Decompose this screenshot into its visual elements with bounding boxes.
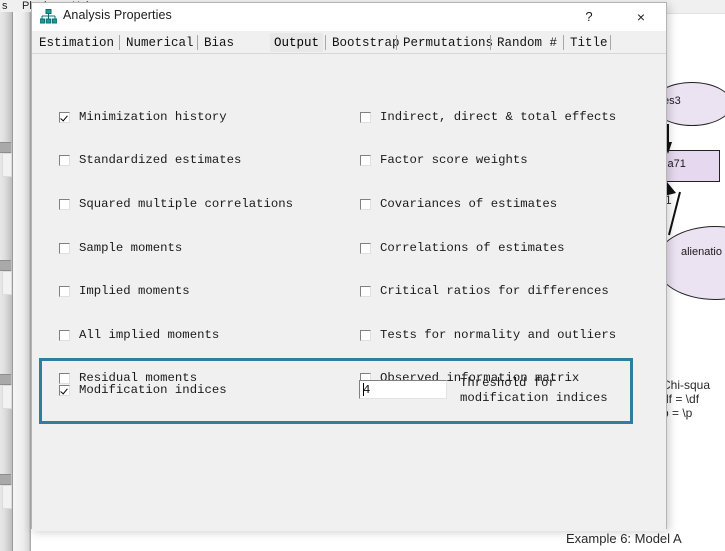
screen: es3 nia71 alienatio 1 Chi-squa df = \df … [0,0,725,551]
checkbox-critical-ratios-for-differences[interactable]: Critical ratios for differences [360,284,609,298]
checkbox-label: Implied moments [79,284,190,298]
checkbox-label: Standardized estimates [79,153,242,167]
tool-rail-outer[interactable] [0,12,13,551]
checkbox-tests-for-normality-and-outliers[interactable]: Tests for normality and outliers [360,328,616,342]
checkbox-label: Critical ratios for differences [380,284,609,298]
tab-random-number[interactable]: Random # [493,33,561,52]
tab-bootstrap[interactable]: Bootstrap [328,33,404,52]
tab-separator [490,35,491,50]
dialog-title: Analysis Properties [63,8,172,22]
dialog-title-bar[interactable]: Analysis Properties ? × [32,3,666,32]
checkbox-indicator[interactable] [59,112,70,123]
menu-item-s[interactable]: s [2,0,8,12]
tab-separator [325,35,326,50]
threshold-input[interactable] [359,380,447,399]
tab-separator [563,35,564,50]
checkbox-correlations-of-estimates[interactable]: Correlations of estimates [360,241,564,255]
rail-tool-slot[interactable] [2,385,12,409]
tool-rail-inner[interactable] [13,12,31,551]
tab-permutations[interactable]: Permutations [399,33,497,52]
checkbox-sample-moments[interactable]: Sample moments [59,241,182,255]
tab-separator [197,35,198,50]
checkbox-indicator[interactable] [360,286,371,297]
checkbox-indicator[interactable] [59,155,70,166]
checkbox-indicator[interactable] [59,199,70,210]
rail-tool-slot[interactable] [2,485,12,509]
tab-separator [119,35,120,50]
checkbox-indirect-direct-total-effects[interactable]: Indirect, direct & total effects [360,110,616,124]
checkbox-label: Indirect, direct & total effects [380,110,617,124]
analysis-properties-dialog[interactable]: Analysis Properties ? × Estimation Numer… [31,2,667,531]
diagram-caption: Example 6: Model A [566,531,682,546]
output-tab-panel: Minimization history Standardized estima… [32,54,666,531]
checkbox-indicator[interactable] [59,286,70,297]
text-caret [363,383,364,396]
tab-strip[interactable]: Estimation Numerical Bias Output Bootstr… [32,32,666,54]
checkbox-modification-indices[interactable]: Modification indices [59,383,227,397]
hierarchy-icon [39,9,58,25]
close-icon[interactable]: × [620,3,662,30]
rail-tick[interactable] [0,260,11,271]
checkbox-minimization-history[interactable]: Minimization history [59,110,227,124]
rail-tick[interactable] [0,374,11,385]
checkbox-label: Sample moments [79,241,183,255]
tab-numerical[interactable]: Numerical [122,33,198,52]
help-button[interactable]: ? [568,3,610,30]
rail-tool-slot[interactable] [2,271,12,295]
rail-tick[interactable] [0,474,11,485]
checkbox-squared-multiple-correlations[interactable]: Squared multiple correlations [59,197,293,211]
fit-text-chisquare: Chi-squa [662,378,711,392]
checkbox-label: Factor score weights [380,153,528,167]
checkbox-implied-moments[interactable]: Implied moments [59,284,190,298]
tab-separator [396,35,397,50]
checkbox-label: Modification indices [79,383,227,397]
checkbox-indicator[interactable] [360,330,371,341]
checkbox-indicator[interactable] [360,243,371,254]
checkbox-factor-score-weights[interactable]: Factor score weights [360,153,528,167]
checkbox-covariances-of-estimates[interactable]: Covariances of estimates [360,197,557,211]
fit-text-df: df = \df [662,392,700,406]
checkbox-indicator[interactable] [360,155,371,166]
tab-bias[interactable]: Bias [200,33,238,52]
tab-output[interactable]: Output [270,33,324,52]
threshold-description: Threshold for modification indices [460,376,608,405]
checkbox-label: Squared multiple correlations [79,197,294,211]
rail-tool-slot[interactable] [2,153,12,177]
checkbox-indicator[interactable] [59,385,70,396]
checkbox-label: Covariances of estimates [380,197,558,211]
tab-estimation[interactable]: Estimation [35,33,118,52]
tab-title[interactable]: Title [566,33,612,52]
checkbox-label: All implied moments [79,328,220,342]
checkbox-label: Minimization history [79,110,227,124]
checkbox-all-implied-moments[interactable]: All implied moments [59,328,219,342]
tab-separator [610,35,611,50]
checkbox-label: Correlations of estimates [380,241,565,255]
checkbox-standardized-estimates[interactable]: Standardized estimates [59,153,241,167]
checkbox-indicator[interactable] [360,112,371,123]
checkbox-indicator[interactable] [360,199,371,210]
checkbox-label: Tests for normality and outliers [380,328,617,342]
rail-tick[interactable] [0,142,11,153]
checkbox-indicator[interactable] [59,243,70,254]
checkbox-indicator[interactable] [59,330,70,341]
